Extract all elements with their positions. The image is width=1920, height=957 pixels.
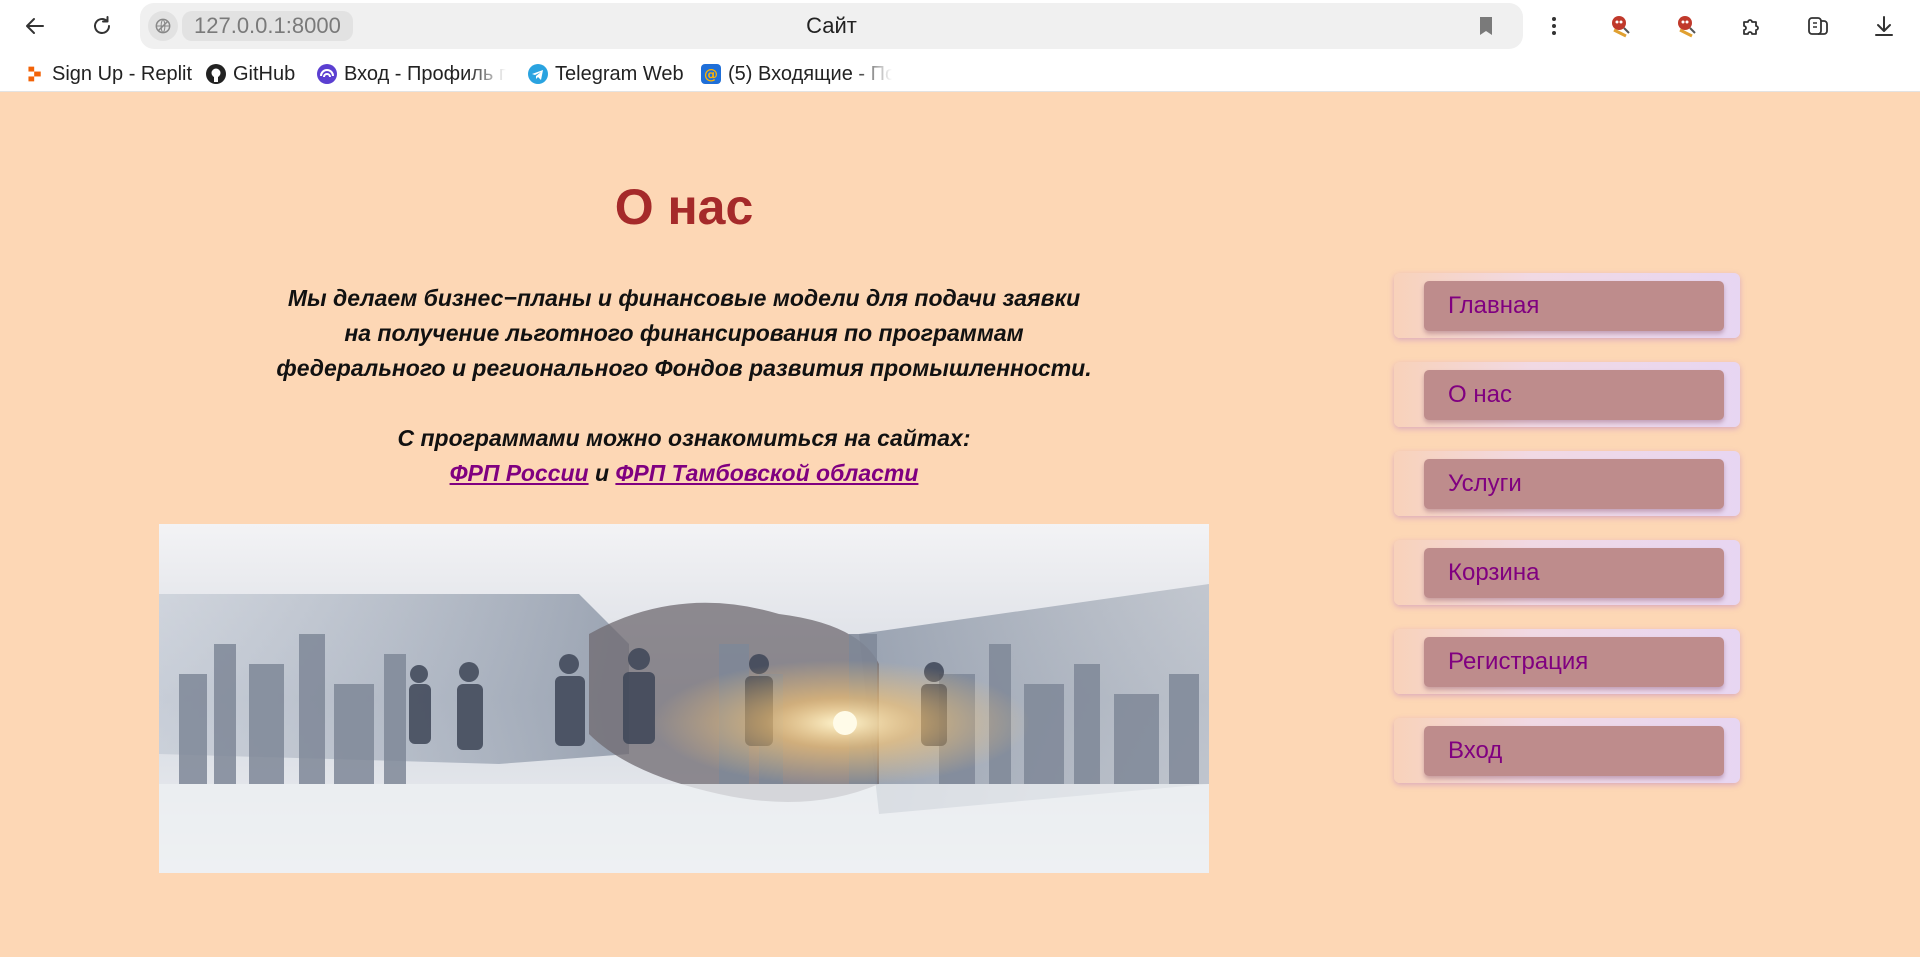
url-text[interactable]: 127.0.0.1:8000: [182, 11, 353, 41]
nav-button-home[interactable]: Главная: [1424, 281, 1724, 331]
mail-icon: @: [700, 63, 722, 85]
nav-button-services[interactable]: Услуги: [1424, 459, 1724, 509]
programs-block: С программами можно ознакомиться на сайт…: [159, 421, 1209, 491]
svg-text:@: @: [704, 67, 718, 83]
nav-button-login[interactable]: Вход: [1424, 726, 1724, 776]
page-heading: О нас: [614, 179, 754, 235]
intro-line: федерального и регионального Фондов разв…: [276, 355, 1092, 381]
bookmark-label: Вход - Профиль п: [344, 62, 506, 85]
browser-toolbar: 127.0.0.1:8000 Сайт: [0, 0, 1920, 52]
browser-chrome: 127.0.0.1:8000 Сайт Sign Up - Replit Git…: [0, 0, 1920, 92]
reload-icon: [94, 16, 110, 34]
nav-item-home: Главная: [1394, 273, 1740, 338]
arrow-left-icon: [26, 18, 44, 34]
intro-line: на получение льготного финансирования по…: [344, 320, 1024, 346]
bookmark-button[interactable]: [1475, 15, 1497, 37]
programs-text: С программами можно ознакомиться на сайт…: [397, 425, 971, 451]
nav-item-login: Вход: [1394, 718, 1740, 783]
nav-label: О нас: [1448, 381, 1512, 408]
profile-icon: [316, 63, 338, 85]
address-bar[interactable]: 127.0.0.1:8000 Сайт: [140, 3, 1523, 49]
hero-image: [159, 524, 1209, 873]
collections-icon: [1808, 17, 1828, 35]
back-button[interactable]: [17, 8, 53, 44]
bookmark-item[interactable]: Sign Up - Replit: [24, 60, 192, 88]
collections-button[interactable]: [1800, 8, 1836, 44]
reload-button[interactable]: [84, 8, 120, 44]
bookmark-item[interactable]: Вход - Профиль п: [316, 60, 506, 88]
extension-2-button[interactable]: [1668, 8, 1704, 44]
nav-button-register[interactable]: Регистрация: [1424, 637, 1724, 687]
extension-mascot-icon: [1678, 16, 1696, 38]
replit-icon: [24, 63, 46, 85]
site-info-button[interactable]: [148, 11, 178, 41]
nav-button-cart[interactable]: Корзина: [1424, 548, 1724, 598]
links-joiner: и: [594, 460, 610, 486]
nav-button-about[interactable]: О нас: [1424, 370, 1724, 420]
programs-links: ФРП России и ФРП Тамбовской области: [159, 456, 1209, 491]
nav-item-about: О нас: [1394, 362, 1740, 427]
bookmark-item[interactable]: Telegram Web: [527, 60, 684, 88]
intro-text: Мы делаем бизнес−планы и финансовые моде…: [159, 281, 1209, 386]
extension-1-button[interactable]: [1602, 8, 1638, 44]
extension-mascot-icon: [1612, 16, 1630, 38]
nav-label: Регистрация: [1448, 648, 1589, 675]
nav-label: Вход: [1448, 737, 1503, 764]
frp-tambov-link[interactable]: ФРП Тамбовской области: [615, 460, 918, 486]
bookmark-label: Telegram Web: [555, 62, 684, 85]
bookmark-icon: [1480, 17, 1492, 35]
frp-russia-link[interactable]: ФРП России: [450, 460, 589, 486]
nav-label: Услуги: [1448, 470, 1522, 497]
page-content: О нас Мы делаем бизнес−планы и финансовы…: [0, 93, 1920, 957]
intro-line: Мы делаем бизнес−планы и финансовые моде…: [287, 285, 1081, 311]
github-icon: [205, 63, 227, 85]
handshake-city-illustration: [159, 524, 1209, 873]
extensions-button[interactable]: [1734, 8, 1770, 44]
bookmark-item[interactable]: GitHub: [205, 60, 295, 88]
kebab-menu-icon: [1552, 17, 1556, 35]
downloads-button[interactable]: [1866, 8, 1902, 44]
bookmark-label: (5) Входящие - По: [728, 62, 892, 85]
nav-label: Корзина: [1448, 559, 1540, 586]
telegram-icon: [527, 63, 549, 85]
bookmarks-bar: Sign Up - Replit GitHub Вход - Профиль п…: [0, 56, 1920, 92]
nav-item-services: Услуги: [1394, 451, 1740, 516]
no-https-icon: [155, 18, 171, 34]
nav-item-register: Регистрация: [1394, 629, 1740, 694]
download-icon: [1875, 16, 1893, 36]
side-nav: Главная О нас Услуги Корзина Регистрация…: [1394, 273, 1740, 807]
nav-item-cart: Корзина: [1394, 540, 1740, 605]
nav-label: Главная: [1448, 292, 1540, 319]
bookmark-label: GitHub: [233, 62, 296, 85]
puzzle-icon: [1743, 19, 1759, 35]
menu-button[interactable]: [1536, 8, 1572, 44]
bookmark-label: Sign Up - Replit: [52, 62, 193, 85]
bookmark-item[interactable]: @ (5) Входящие - По: [700, 60, 892, 88]
